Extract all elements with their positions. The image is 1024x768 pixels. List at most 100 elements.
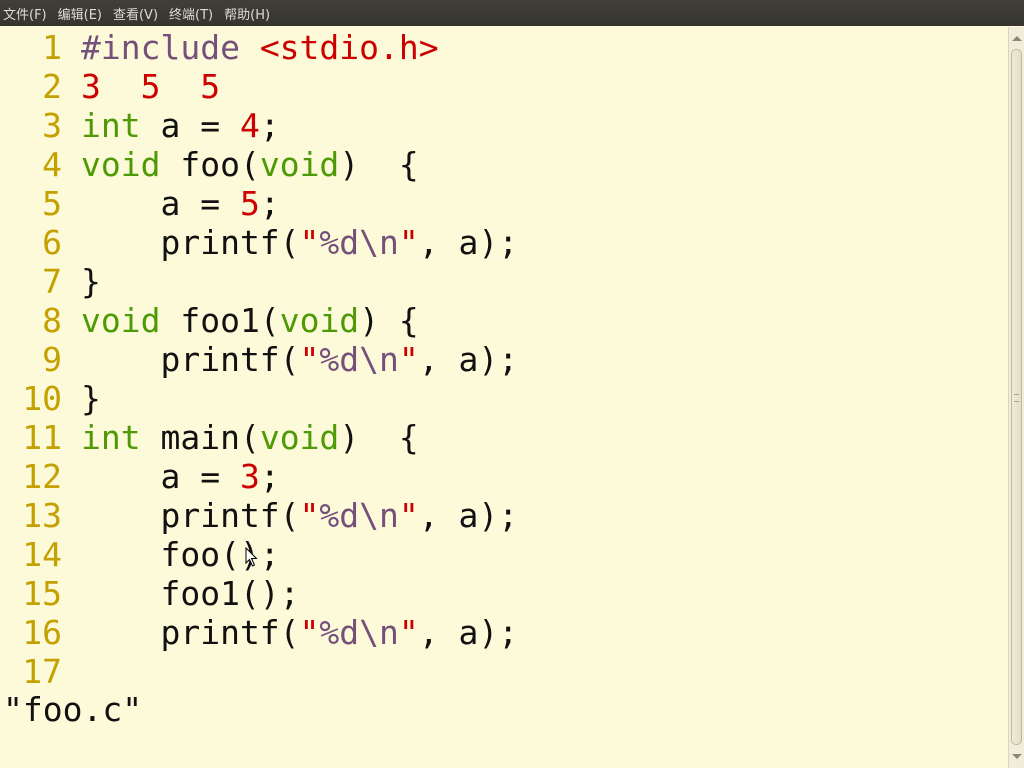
line-number: 5 bbox=[42, 184, 62, 223]
code-token: 3 bbox=[239, 457, 260, 496]
code-token: " bbox=[398, 223, 419, 262]
vertical-scrollbar[interactable] bbox=[1008, 27, 1024, 768]
code-token: ) { bbox=[339, 145, 419, 184]
code-token: void bbox=[259, 145, 340, 184]
menu-edit[interactable]: 编辑(E) bbox=[58, 4, 102, 23]
code-token: " bbox=[299, 340, 320, 379]
line-number: 12 bbox=[22, 457, 62, 496]
code-token: printf( bbox=[81, 340, 300, 379]
code-token: ; bbox=[259, 184, 280, 223]
code-line: 12 a = 3; bbox=[0, 457, 280, 496]
code-token: " bbox=[299, 223, 320, 262]
code-token: ; bbox=[259, 106, 280, 145]
code-text: printf("%d\n", a); bbox=[81, 496, 518, 535]
code-token: 3 5 5 bbox=[81, 67, 221, 106]
code-text: printf("%d\n", a); bbox=[81, 613, 518, 652]
code-token: , a); bbox=[418, 613, 519, 652]
code-text: 3 5 5 bbox=[81, 67, 220, 106]
code-line: 11 int main(void) { bbox=[0, 418, 419, 457]
code-text: void foo1(void) { bbox=[81, 301, 419, 340]
code-text: #include <stdio.h> bbox=[81, 28, 439, 67]
code-token: void bbox=[259, 418, 340, 457]
menu-terminal[interactable]: 终端(T) bbox=[169, 4, 213, 23]
scroll-down-arrow-icon[interactable] bbox=[1012, 754, 1022, 759]
code-token: a = bbox=[140, 106, 240, 145]
code-token: %d bbox=[319, 223, 360, 262]
menu-file[interactable]: 文件(F) bbox=[3, 4, 47, 23]
code-line: 8 void foo1(void) { bbox=[0, 301, 419, 340]
code-token: , a); bbox=[418, 496, 519, 535]
menubar: 文件(F) 编辑(E) 查看(V) 终端(T) 帮助(H) bbox=[0, 0, 1024, 26]
code-line: 2 3 5 5 bbox=[0, 67, 220, 106]
code-token: <stdio.h> bbox=[259, 28, 439, 67]
code-token: , a); bbox=[418, 223, 519, 262]
line-number: 8 bbox=[42, 301, 62, 340]
code-line: 16 printf("%d\n", a); bbox=[0, 613, 518, 652]
line-number: 2 bbox=[42, 67, 62, 106]
code-token: 5 bbox=[239, 184, 260, 223]
code-token: " bbox=[398, 496, 419, 535]
code-token: " bbox=[398, 340, 419, 379]
line-number: 1 bbox=[42, 28, 62, 67]
code-line: 5 a = 5; bbox=[0, 184, 280, 223]
line-number: 17 bbox=[22, 652, 62, 691]
code-token: void bbox=[81, 301, 161, 340]
line-number: 10 bbox=[22, 379, 62, 418]
line-number: 3 bbox=[42, 106, 62, 145]
code-text: } bbox=[81, 262, 101, 301]
code-line: 6 printf("%d\n", a); bbox=[0, 223, 518, 262]
code-token: ; bbox=[259, 457, 280, 496]
line-number: 11 bbox=[22, 418, 62, 457]
line-number: 9 bbox=[42, 340, 62, 379]
line-number: 4 bbox=[42, 145, 62, 184]
code-text: } bbox=[81, 379, 101, 418]
menu-help[interactable]: 帮助(H) bbox=[224, 4, 270, 23]
code-line: 7} bbox=[0, 262, 101, 301]
scrollbar-thumb[interactable] bbox=[1011, 49, 1022, 745]
code-token: %d bbox=[319, 613, 360, 652]
code-token: printf( bbox=[81, 613, 300, 652]
status-line: "foo.c" bbox=[3, 690, 143, 729]
code-token: int bbox=[81, 418, 141, 457]
code-token: foo1( bbox=[160, 301, 280, 340]
code-token: printf( bbox=[81, 496, 300, 535]
code-token: a = bbox=[81, 457, 240, 496]
mouse-pointer-icon bbox=[245, 547, 258, 567]
code-token: %d bbox=[319, 496, 360, 535]
code-token: \n bbox=[359, 496, 399, 535]
code-text: foo1(); bbox=[81, 574, 300, 613]
terminal-editor-area[interactable]: 1 #include <stdio.h> 2 3 5 5 3 int a = 4; 4 voi… bbox=[0, 27, 1008, 768]
code-line: 4 void foo(void) { bbox=[0, 145, 419, 184]
line-number: 14 bbox=[22, 535, 62, 574]
code-token: " bbox=[398, 613, 419, 652]
code-token: void bbox=[279, 301, 360, 340]
code-token: \n bbox=[359, 223, 399, 262]
code-token: int bbox=[81, 106, 141, 145]
code-token: , a); bbox=[418, 340, 519, 379]
code-token: " bbox=[299, 496, 320, 535]
code-line: 1 #include <stdio.h> bbox=[0, 28, 439, 67]
code-token: \n bbox=[359, 340, 399, 379]
code-text: a = 5; bbox=[81, 184, 280, 223]
code-token: %d bbox=[319, 340, 360, 379]
menu-view[interactable]: 查看(V) bbox=[113, 4, 158, 23]
code-token: } bbox=[81, 379, 101, 418]
line-number: 13 bbox=[22, 496, 62, 535]
code-token: \n bbox=[359, 613, 399, 652]
code-text: printf("%d\n", a); bbox=[81, 340, 518, 379]
line-number: 7 bbox=[42, 262, 62, 301]
code-token: 4 bbox=[239, 106, 260, 145]
code-line: 9 printf("%d\n", a); bbox=[0, 340, 518, 379]
code-token: foo( bbox=[160, 145, 260, 184]
code-text: int a = 4; bbox=[81, 106, 280, 145]
scroll-up-arrow-icon[interactable] bbox=[1012, 36, 1022, 41]
code-token: #include bbox=[81, 28, 260, 67]
code-line: 13 printf("%d\n", a); bbox=[0, 496, 518, 535]
code-line: 15 foo1(); bbox=[0, 574, 300, 613]
line-number: 16 bbox=[22, 613, 62, 652]
code-token: void bbox=[81, 145, 161, 184]
code-token: foo1(); bbox=[81, 574, 300, 613]
code-line: 17 bbox=[0, 652, 81, 691]
code-token: " bbox=[299, 613, 320, 652]
code-token: main( bbox=[140, 418, 260, 457]
